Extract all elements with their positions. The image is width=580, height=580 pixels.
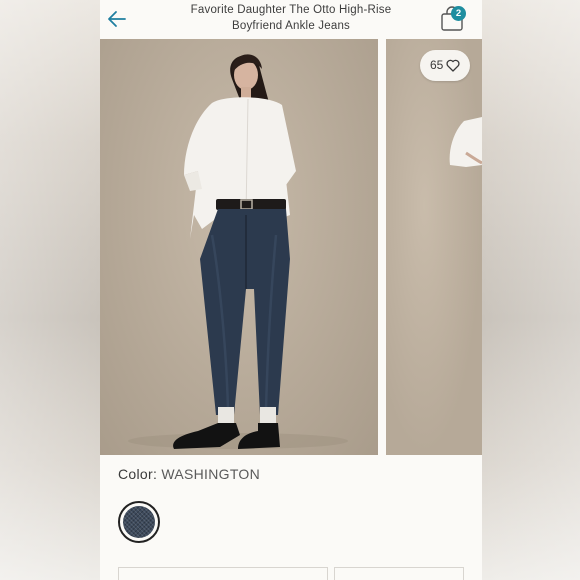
title-line-1: Favorite Daughter The Otto High-Rise xyxy=(190,4,392,16)
page-title: Favorite Daughter The Otto High-Rise Boy… xyxy=(160,2,422,34)
left-backdrop xyxy=(0,0,100,580)
color-value: WASHINGTON xyxy=(161,466,261,482)
color-selection-label: Color: WASHINGTON xyxy=(118,466,260,482)
model-photo-image-2 xyxy=(449,117,482,167)
arrow-left-icon xyxy=(108,11,126,27)
product-photo[interactable] xyxy=(100,39,378,455)
title-line-2: Boyfriend Ankle Jeans xyxy=(232,20,350,32)
next-product-photo[interactable] xyxy=(386,39,482,455)
product-page: Favorite Daughter The Otto High-Rise Boy… xyxy=(100,0,482,580)
color-swatch-washington[interactable] xyxy=(118,501,160,543)
right-backdrop xyxy=(482,0,580,580)
bag-count-badge: 2 xyxy=(451,6,466,21)
heart-icon xyxy=(446,59,460,72)
like-count: 65 xyxy=(430,58,444,72)
model-photo-image xyxy=(128,54,348,449)
size-option-box[interactable] xyxy=(334,567,464,580)
size-option-box[interactable] xyxy=(118,567,328,580)
like-button[interactable]: 65 xyxy=(420,50,470,81)
back-button[interactable] xyxy=(106,8,128,30)
denim-swatch-image xyxy=(123,506,155,538)
color-label: Color: xyxy=(118,466,158,482)
top-bar: Favorite Daughter The Otto High-Rise Boy… xyxy=(100,0,482,39)
